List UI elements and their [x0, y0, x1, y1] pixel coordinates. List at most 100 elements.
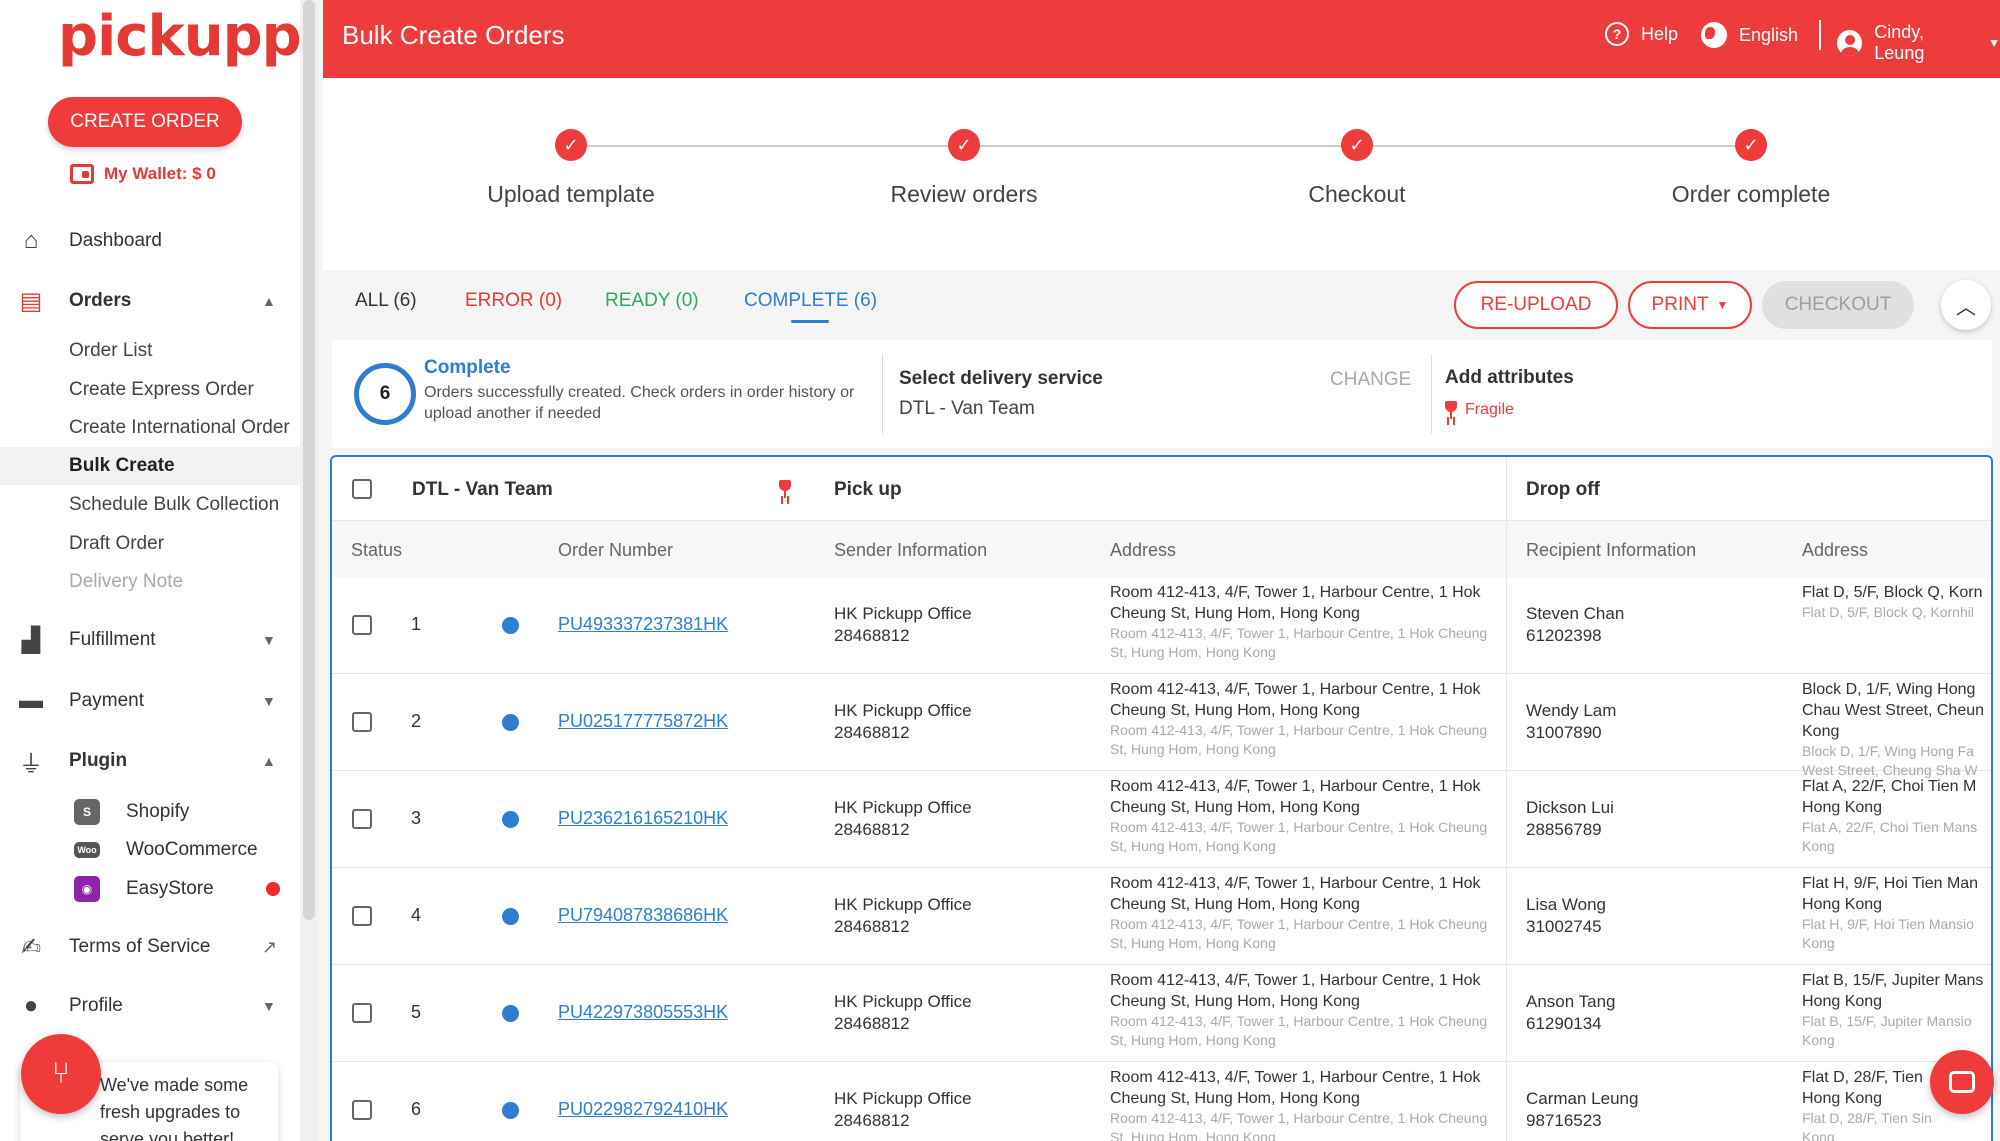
sidebar-item-terms[interactable]: ✍ Terms of Service ↗	[0, 924, 300, 970]
user-menu[interactable]: Cindy, Leung ▼	[1837, 22, 2000, 64]
order-number-link[interactable]: PU236216165210HK	[558, 808, 728, 829]
sidebar-subitem-bulk-create[interactable]: Bulk Create	[0, 447, 300, 485]
plugin-easystore[interactable]: ◉ EasyStore	[0, 870, 300, 908]
sidebar-item-label: Fulfillment	[69, 629, 156, 650]
pickupp-logo[interactable]: pickupp	[58, 4, 302, 69]
row-checkbox[interactable]	[352, 1100, 372, 1120]
sidebar-item-profile[interactable]: ● Profile ▼	[0, 983, 300, 1029]
status-title: Complete	[424, 357, 511, 378]
language-selector[interactable]: English	[1701, 22, 1798, 48]
plugin-shopify[interactable]: S Shopify	[0, 793, 300, 831]
fork-icon[interactable]: ⑂	[21, 1034, 101, 1114]
divider	[882, 354, 883, 434]
sidebar-item-dashboard[interactable]: ⌂ Dashboard	[0, 218, 300, 264]
dropoff-address-secondary: Flat H, 9/F, Hoi Tien Mansio Kong	[1802, 915, 1991, 953]
row-checkbox[interactable]	[352, 1003, 372, 1023]
column-header-sender: Sender Information	[834, 540, 988, 560]
tab-error[interactable]: ERROR (0)	[465, 290, 562, 312]
subitem-label: Bulk Create	[69, 455, 175, 476]
sidebar-subitem-create-express[interactable]: Create Express Order	[0, 371, 300, 409]
easystore-icon: ◉	[74, 876, 100, 902]
sidebar-subitem-delivery-note[interactable]: Delivery Note	[0, 563, 300, 601]
chevron-down-icon: ▼	[1988, 36, 2000, 50]
recipient-name: Dickson Lui	[1526, 798, 1614, 817]
table-row[interactable]: 2 PU025177775872HK HK Pickupp Office 2846…	[332, 674, 1991, 778]
check-icon: ✓	[948, 129, 980, 161]
fragile-glass-icon	[1445, 401, 1457, 419]
change-delivery-link[interactable]: CHANGE	[1330, 369, 1411, 391]
sender-info: HK Pickupp Office 28468812	[834, 797, 972, 841]
row-checkbox[interactable]	[352, 809, 372, 829]
recipient-name: Lisa Wong	[1526, 895, 1607, 914]
table-row[interactable]: 3 PU236216165210HK HK Pickupp Office 2846…	[332, 771, 1991, 868]
print-button[interactable]: PRINT ▼	[1628, 281, 1752, 329]
row-checkbox[interactable]	[352, 906, 372, 926]
order-number-link[interactable]: PU422973805553HK	[558, 1002, 728, 1023]
recipient-info: Dickson Lui 28856789	[1526, 797, 1614, 841]
sidebar-item-label: Profile	[69, 995, 123, 1016]
recipient-phone: 28856789	[1526, 820, 1602, 839]
dropoff-address-secondary: Flat B, 15/F, Jupiter Mansio Kong	[1802, 1012, 1991, 1050]
sender-info: HK Pickupp Office 28468812	[834, 991, 972, 1035]
checkout-button[interactable]: CHECKOUT	[1762, 281, 1914, 329]
sender-name: HK Pickupp Office	[834, 701, 972, 720]
language-label: English	[1739, 24, 1799, 45]
tab-ready[interactable]: READY (0)	[605, 290, 699, 312]
wallet-link[interactable]: My Wallet: $ 0	[70, 164, 216, 184]
check-icon: ✓	[555, 129, 587, 161]
group-header: DTL - Van Team Pick up Drop off	[332, 457, 1991, 521]
recipient-name: Wendy Lam	[1526, 701, 1617, 720]
order-number-link[interactable]: PU794087838686HK	[558, 905, 728, 926]
tab-all[interactable]: ALL (6)	[355, 290, 417, 312]
create-order-button[interactable]: CREATE ORDER	[48, 97, 242, 147]
wallet-label: My Wallet: $ 0	[104, 164, 216, 183]
pickup-address-secondary: Room 412-413, 4/F, Tower 1, Harbour Cent…	[1110, 1013, 1488, 1048]
sidebar-subitem-create-international[interactable]: Create International Order	[0, 409, 300, 447]
reupload-button[interactable]: RE-UPLOAD	[1454, 281, 1618, 329]
chevron-up-icon: ▲	[262, 293, 276, 309]
collapse-icon[interactable]: ︿	[1941, 280, 1991, 330]
subitem-label: Create International Order	[69, 417, 290, 438]
delivery-service-value: DTL - Van Team	[899, 398, 1035, 419]
sender-phone: 28468812	[834, 1014, 910, 1033]
table-row[interactable]: 5 PU422973805553HK HK Pickupp Office 2846…	[332, 965, 1991, 1062]
sidebar: pickupp CREATE ORDER My Wallet: $ 0 ⌂ Da…	[0, 0, 302, 1141]
fragile-attribute[interactable]: Fragile	[1445, 401, 1514, 419]
sender-phone: 28468812	[834, 626, 910, 645]
step-checkout: ✓ Checkout	[1207, 129, 1507, 208]
sidebar-item-label: Plugin	[69, 750, 128, 771]
group-service-name: DTL - Van Team	[412, 479, 553, 500]
chat-icon[interactable]	[1930, 1050, 1994, 1114]
order-number-link[interactable]: PU493337237381HK	[558, 614, 728, 635]
order-number-link[interactable]: PU022982792410HK	[558, 1099, 728, 1120]
sidebar-subitem-order-list[interactable]: Order List	[0, 332, 300, 370]
sidebar-subitem-schedule-bulk[interactable]: Schedule Bulk Collection	[0, 486, 300, 524]
select-all-checkbox[interactable]	[352, 479, 372, 499]
table-row[interactable]: 6 PU022982792410HK HK Pickupp Office 2846…	[332, 1062, 1991, 1141]
sidebar-item-payment[interactable]: ▬ Payment ▼	[0, 678, 300, 724]
table-row[interactable]: 4 PU794087838686HK HK Pickupp Office 2846…	[332, 868, 1991, 965]
tab-complete[interactable]: COMPLETE (6)	[744, 290, 877, 312]
dropoff-section-title: Drop off	[1526, 479, 1600, 500]
sidebar-item-plugin[interactable]: ⏚ Plugin ▲	[0, 738, 300, 784]
help-link[interactable]: ? Help	[1605, 22, 1678, 46]
dropoff-address-secondary: Flat D, 5/F, Block Q, Kornhil	[1802, 603, 1991, 622]
step-review-orders: ✓ Review orders	[814, 129, 1114, 208]
row-checkbox[interactable]	[352, 712, 372, 732]
sidebar-scrollbar[interactable]	[303, 0, 315, 920]
sidebar-item-orders[interactable]: ▤ Orders ▲	[0, 278, 300, 324]
sidebar-subitem-draft-order[interactable]: Draft Order	[0, 525, 300, 563]
table-row[interactable]: 1 PU493337237381HK HK Pickupp Office 2846…	[332, 577, 1991, 674]
order-number-link[interactable]: PU025177775872HK	[558, 711, 728, 732]
sender-info: HK Pickupp Office 28468812	[834, 603, 972, 647]
recipient-name: Anson Tang	[1526, 992, 1616, 1011]
sidebar-item-fulfillment[interactable]: ▟ Fulfillment ▼	[0, 617, 300, 663]
pickup-address: Room 412-413, 4/F, Tower 1, Harbour Cent…	[1110, 972, 1481, 1010]
pickup-address: Room 412-413, 4/F, Tower 1, Harbour Cent…	[1110, 778, 1481, 816]
column-header-dropoff-address: Address	[1802, 540, 1869, 560]
home-icon: ⌂	[23, 227, 39, 254]
plugin-woocommerce[interactable]: Woo WooCommerce	[0, 831, 300, 869]
recipient-info: Steven Chan 61202398	[1526, 603, 1624, 647]
row-checkbox[interactable]	[352, 615, 372, 635]
row-number: 4	[411, 905, 422, 925]
